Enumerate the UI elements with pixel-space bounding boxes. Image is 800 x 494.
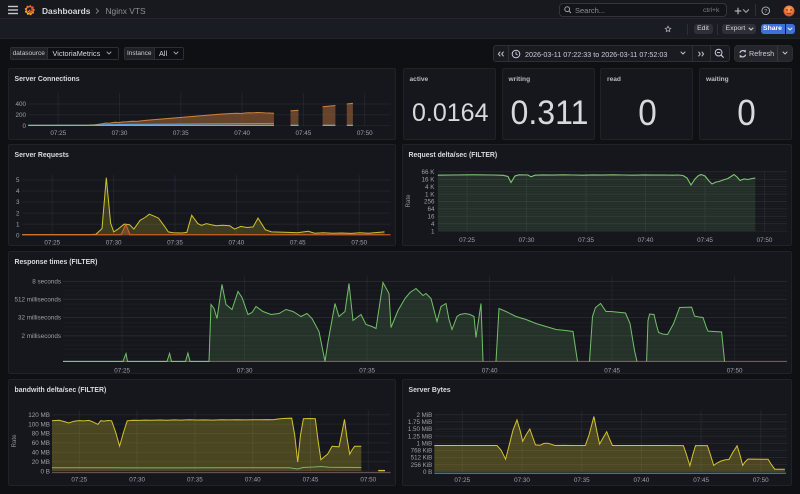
svg-text:07:40: 07:40 [229,239,245,246]
svg-text:2 milliseconds: 2 milliseconds [21,333,61,340]
svg-text:07:25: 07:25 [454,477,470,484]
svg-text:07:25: 07:25 [71,477,87,484]
svg-text:07:30: 07:30 [514,477,530,484]
svg-text:07:40: 07:40 [245,477,261,484]
svg-text:07:50: 07:50 [357,130,373,137]
svg-text:07:45: 07:45 [296,130,312,137]
svg-text:07:45: 07:45 [290,239,306,246]
svg-text:4: 4 [431,221,435,228]
svg-text:2 MiB: 2 MiB [416,412,432,419]
svg-text:Rate: Rate [11,434,18,448]
svg-text:66 K: 66 K [422,169,436,176]
svg-text:0 B: 0 B [41,468,50,475]
svg-text:3: 3 [16,199,20,206]
svg-text:1 K: 1 K [425,191,435,198]
svg-text:40 MB: 40 MB [32,450,50,457]
svg-text:07:45: 07:45 [697,237,713,244]
svg-text:768 KiB: 768 KiB [411,448,433,455]
svg-text:100 MB: 100 MB [28,421,50,428]
svg-text:1.25 MiB: 1.25 MiB [408,433,432,440]
svg-text:07:30: 07:30 [237,367,253,374]
svg-text:400: 400 [15,101,26,108]
svg-text:07:40: 07:40 [634,477,650,484]
svg-text:120 MB: 120 MB [28,412,50,419]
svg-text:07:25: 07:25 [44,239,60,246]
svg-text:64: 64 [427,206,435,213]
svg-text:8 seconds: 8 seconds [32,278,61,285]
svg-text:256 KiB: 256 KiB [411,462,433,469]
svg-text:07:45: 07:45 [693,477,709,484]
svg-text:1: 1 [431,228,435,235]
svg-text:07:30: 07:30 [112,130,128,137]
svg-text:07:50: 07:50 [727,367,743,374]
svg-text:07:30: 07:30 [106,239,122,246]
svg-text:07:45: 07:45 [303,477,319,484]
svg-text:512 milliseconds: 512 milliseconds [14,296,61,303]
svg-text:07:50: 07:50 [360,477,376,484]
svg-text:07:35: 07:35 [359,367,375,374]
svg-text:07:50: 07:50 [351,239,367,246]
svg-text:256: 256 [424,198,435,205]
svg-text:0: 0 [16,232,20,239]
svg-text:0 B: 0 B [423,469,432,476]
svg-text:07:30: 07:30 [519,237,535,244]
svg-text:1.75 MiB: 1.75 MiB [408,419,432,426]
svg-text:16 K: 16 K [422,176,436,183]
svg-text:2: 2 [16,210,20,217]
svg-text:07:35: 07:35 [578,237,594,244]
svg-text:07:40: 07:40 [234,130,250,137]
svg-text:07:35: 07:35 [574,477,590,484]
svg-text:20 MB: 20 MB [32,459,50,466]
svg-text:1: 1 [16,221,20,228]
svg-text:1.50 MiB: 1.50 MiB [408,426,432,433]
svg-text:07:25: 07:25 [50,130,66,137]
svg-text:07:25: 07:25 [459,237,475,244]
svg-text:4: 4 [16,188,20,195]
svg-text:07:40: 07:40 [482,367,498,374]
svg-text:07:35: 07:35 [167,239,183,246]
svg-text:07:50: 07:50 [757,237,773,244]
svg-text:200: 200 [15,112,26,119]
svg-text:4 K: 4 K [425,183,435,190]
svg-text:1 MiB: 1 MiB [416,441,432,448]
svg-text:07:45: 07:45 [604,367,620,374]
svg-text:Rate: Rate [405,193,412,207]
svg-text:5: 5 [16,177,20,184]
svg-text:07:35: 07:35 [173,130,189,137]
svg-text:0: 0 [22,123,26,130]
svg-text:512 KiB: 512 KiB [411,455,433,462]
svg-text:07:30: 07:30 [129,477,145,484]
svg-text:32 milliseconds: 32 milliseconds [18,314,61,321]
svg-text:07:25: 07:25 [114,367,130,374]
svg-text:80 MB: 80 MB [32,431,50,438]
svg-text:60 MB: 60 MB [32,440,50,447]
svg-text:07:35: 07:35 [187,477,203,484]
svg-text:07:40: 07:40 [638,237,654,244]
svg-text:07:50: 07:50 [753,477,769,484]
svg-text:16: 16 [427,213,435,220]
